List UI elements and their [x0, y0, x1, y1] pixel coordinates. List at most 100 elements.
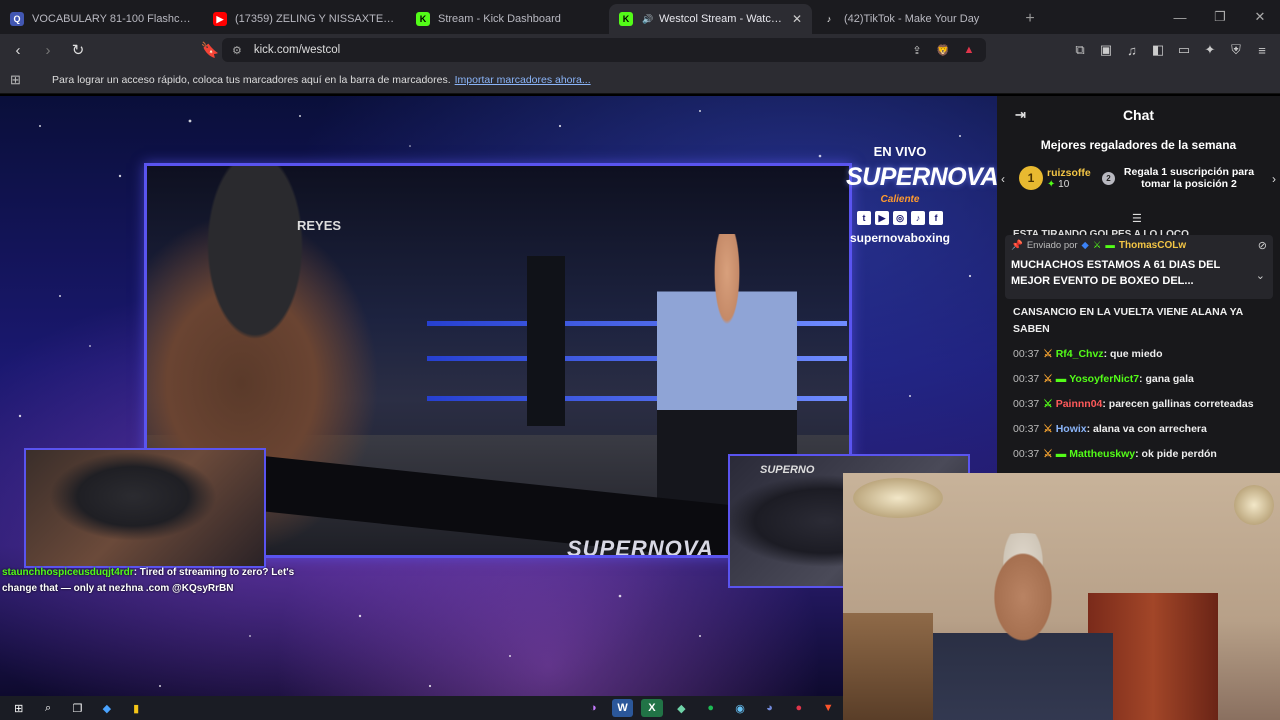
wallet-icon[interactable]: ▭ — [1174, 38, 1194, 62]
chevron-right-icon[interactable]: › — [1272, 172, 1276, 186]
bookmarks-hint: Para lograr un acceso rápido, coloca tus… — [52, 73, 451, 86]
chevron-left-icon[interactable]: ‹ — [1001, 172, 1005, 186]
tab-kick-dashboard[interactable]: K Stream - Kick Dashboard — [406, 4, 609, 34]
gift-count-value: 10 — [1058, 178, 1070, 190]
brave-icon[interactable]: ▼ — [818, 699, 839, 717]
site-settings-icon[interactable]: ⚙ — [232, 44, 242, 57]
chat-message: 00:37 ⚔ ▬ YosoyferNict7: gana gala — [1013, 371, 1273, 388]
message-username[interactable]: Howix — [1056, 423, 1087, 435]
badge-icon: ⚔ — [1043, 348, 1053, 360]
tab-youtube[interactable]: ▶ (17359) ZELING Y NISSAXTER VS ALA — [203, 4, 406, 34]
top-gifter[interactable]: 1 ruizsoffe ✦ 10 — [1019, 166, 1091, 190]
address-bar-actions: ⇪ 🦁 ▲ — [908, 41, 978, 59]
speaker-icon[interactable]: 🔊 — [641, 12, 655, 26]
apps-grid-icon[interactable]: ⊞ — [10, 72, 28, 88]
instagram-icon: ◎ — [893, 211, 907, 225]
subscriber-icon: ▬ — [1105, 240, 1115, 251]
collapse-chat-icon[interactable]: ⇥ — [1015, 107, 1026, 123]
chat-header: ⇥ Chat — [997, 96, 1280, 134]
discord-icon[interactable]: ◕ — [759, 699, 780, 717]
bookmark-icon[interactable]: 🔖 — [198, 38, 222, 62]
forward-icon[interactable]: › — [36, 38, 60, 62]
minimize-icon[interactable]: — — [1160, 0, 1200, 34]
message-username[interactable]: Mattheuskwy — [1069, 448, 1135, 460]
message-username[interactable]: YosoyferNict7 — [1069, 373, 1139, 385]
window-controls: — ❐ ✕ — [1160, 0, 1280, 34]
badge-icon: ⚔ — [1043, 398, 1053, 410]
social-handle: supernovaboxing — [849, 231, 950, 245]
brave-shields-icon[interactable]: 🦁 — [934, 41, 952, 59]
new-tab-button[interactable]: + — [1015, 4, 1045, 34]
menu-icon[interactable]: ≡ — [1252, 38, 1272, 62]
address-bar[interactable]: ⚙ kick.com/westcol ⇪ 🦁 ▲ — [222, 38, 986, 62]
brave-rewards-icon[interactable]: ▲ — [960, 41, 978, 59]
tab-quizlet[interactable]: Q VOCABULARY 81-100 Flashcards | Qu — [0, 4, 203, 34]
live-label: EN VIVO — [873, 144, 927, 159]
ceiling-lamp — [853, 478, 943, 518]
url-text: kick.com/westcol — [253, 44, 341, 56]
subscriber-icon: ▬ — [1055, 373, 1067, 385]
extensions-icon[interactable]: ⧉ — [1070, 38, 1090, 62]
hide-pin-icon[interactable]: ⊘ — [1258, 239, 1267, 252]
tab-tiktok[interactable]: ♪ (42)TikTok - Make Your Day — [812, 4, 1015, 34]
tab-title: (42)TikTok - Make Your Day — [844, 13, 980, 25]
chat-message: CANSANCIO EN LA VUELTA VIENE ALANA YA SA… — [1013, 304, 1273, 338]
share-icon[interactable]: ⇪ — [908, 41, 926, 59]
gifter-name: ruizsoffe — [1047, 166, 1091, 179]
steam-icon[interactable]: ◉ — [729, 699, 750, 717]
sidebar-icon[interactable]: ◧ — [1148, 38, 1168, 62]
moderator-icon: ⚔ — [1092, 240, 1102, 251]
search-icon[interactable]: ⌕ — [37, 699, 58, 717]
overlay-username: staunchhospiceusduqjt4rdr — [2, 567, 134, 578]
app-icon[interactable]: ◆ — [96, 699, 117, 717]
pinned-label: Enviado por — [1026, 240, 1078, 251]
chat-messages: CANSANCIO EN LA VUELTA VIENE ALANA YA SA… — [1013, 304, 1273, 471]
tts-overlay-message: staunchhospiceusduqjt4rdr: Tired of stre… — [2, 565, 322, 597]
message-username[interactable]: Rf4_Chvz — [1056, 348, 1104, 360]
browser-toolbar: ⧉ ▣ ♫ ◧ ▭ ✦ ⛨ ≡ — [1070, 38, 1272, 62]
cam-logo: SUPERNO — [760, 464, 815, 476]
close-tab-icon[interactable]: ✕ — [792, 12, 802, 26]
task-view-icon[interactable]: ❐ — [67, 699, 88, 717]
gift-sub-prompt[interactable]: Regala 1 suscripción para tomar la posic… — [1119, 166, 1259, 190]
windows-start-icon[interactable]: ⊞ — [8, 699, 29, 717]
windows-taskbar: ⊞ ⌕ ❐ ◆ ▮ ◑ W X ◆ ● ◉ ◕ ● ▼ — [0, 696, 843, 720]
tab-westcol-stream[interactable]: K 🔊 Westcol Stream - Watch Live ✕ — [609, 4, 812, 34]
message-time: 00:37 — [1013, 398, 1040, 410]
vpn-icon[interactable]: ⛨ — [1226, 38, 1246, 62]
message-text: : parecen gallinas correteadas — [1102, 398, 1254, 410]
tab-title: Stream - Kick Dashboard — [438, 13, 561, 25]
pin-icon: 📌 — [1011, 240, 1023, 251]
chat-message: 00:37 ⚔ ▬ Mattheuskwy: ok pide perdón — [1013, 446, 1273, 463]
word-icon[interactable]: W — [611, 699, 634, 717]
gift-icon: ✦ — [1047, 178, 1056, 190]
chevron-down-icon[interactable]: ⌄ — [1256, 269, 1265, 282]
file-explorer-icon[interactable]: ▮ — [126, 699, 147, 717]
pinned-message[interactable]: 📌 Enviado por ◆ ⚔ ▬ ThomasCOLw MUCHACHOS… — [1005, 235, 1273, 299]
copilot-icon[interactable]: ◑ — [583, 699, 604, 717]
leo-ai-icon[interactable]: ✦ — [1200, 38, 1220, 62]
facebook-icon: f — [929, 211, 943, 225]
pinned-username[interactable]: ThomasCOLw — [1119, 240, 1186, 251]
badge-icon: ⚔ — [1043, 373, 1053, 385]
spotify-icon[interactable]: ● — [700, 699, 721, 717]
reload-icon[interactable]: ↻ — [66, 38, 90, 62]
message-time: 00:37 — [1013, 423, 1040, 435]
media-icon[interactable]: ♫ — [1122, 38, 1142, 62]
badge-icon: ⚔ — [1043, 448, 1053, 460]
back-icon[interactable]: ‹ — [6, 38, 30, 62]
chat-message: 00:37 ⚔ Painnn04: parecen gallinas correte… — [1013, 396, 1273, 413]
supernova-branding: EN VIVO SUPERNOVA Caliente t ▶ ◎ ♪ f sup… — [846, 144, 997, 245]
screenshot-icon[interactable]: ▣ — [1096, 38, 1116, 62]
message-username[interactable]: Painnn04 — [1056, 398, 1103, 410]
excel-icon[interactable]: X — [641, 699, 663, 717]
import-bookmarks-link[interactable]: Importar marcadores ahora... — [455, 74, 591, 86]
app-icon[interactable]: ◆ — [671, 699, 692, 717]
maximize-icon[interactable]: ❐ — [1200, 0, 1240, 34]
collapse-pinned-icon[interactable]: ☰ — [1132, 212, 1142, 225]
top-gifters-carousel: ‹ 1 ruizsoffe ✦ 10 2 Regala 1 suscripció… — [997, 160, 1280, 206]
youtube-icon: ▶ — [213, 12, 227, 26]
app-icon[interactable]: ● — [788, 699, 809, 717]
navigation-bar: ‹ › ↻ 🔖 ⚙ kick.com/westcol ⇪ 🦁 ▲ ⧉ ▣ ♫ ◧… — [0, 34, 1280, 66]
close-window-icon[interactable]: ✕ — [1240, 0, 1280, 34]
